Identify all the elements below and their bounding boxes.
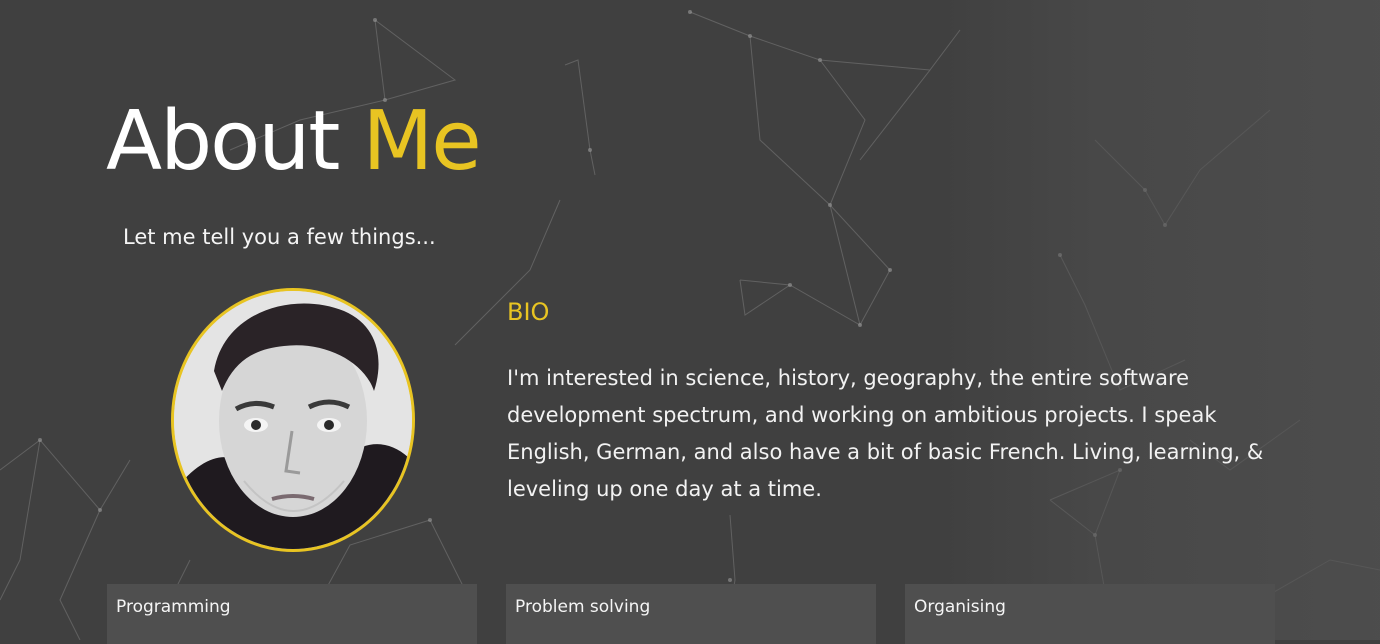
title-accent: Me [362,94,482,189]
bio-text: I'm interested in science, history, geog… [507,366,1264,501]
page-subtitle: Let me tell you a few things... [123,225,436,249]
skill-label: Programming [116,597,231,617]
skill-card-programming: Programming [107,584,477,644]
about-section: About Me Let me tell you a few things...… [0,0,1380,644]
skill-label: Problem solving [515,597,651,617]
page-title: About Me [106,92,482,192]
avatar [171,288,415,552]
profile-photo-icon [174,291,412,549]
skill-label: Organising [914,597,1006,617]
bio-heading: BIO [507,298,550,326]
title-main: About [106,94,340,189]
skill-card-organising: Organising [905,584,1275,644]
skill-card-problem-solving: Problem solving [506,584,876,644]
